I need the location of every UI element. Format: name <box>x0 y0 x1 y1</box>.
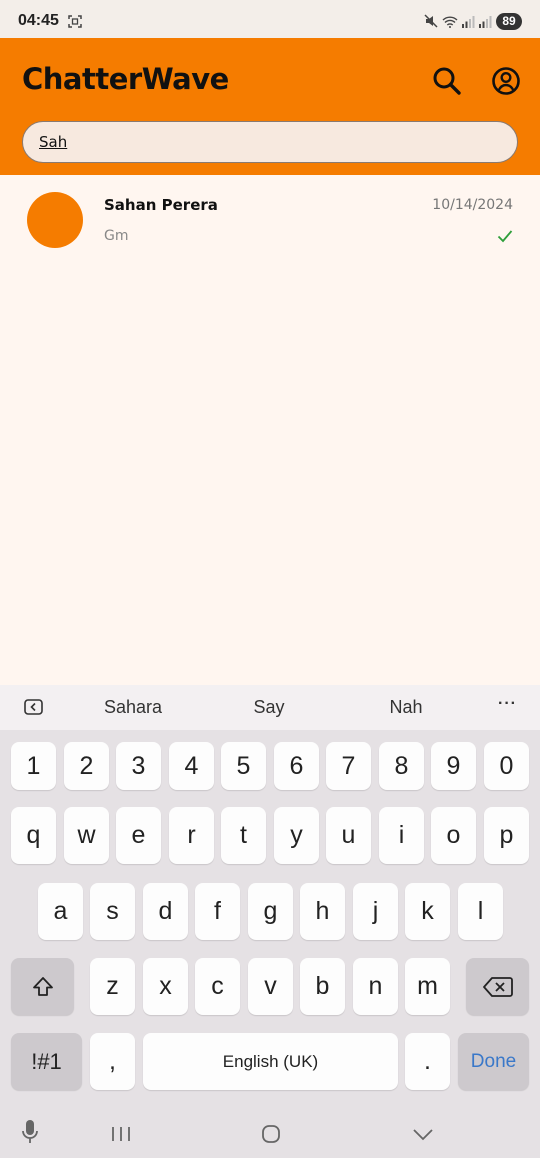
backspace-icon <box>482 976 513 997</box>
avatar <box>27 192 83 248</box>
key-h[interactable]: h <box>300 883 345 940</box>
key-8[interactable]: 8 <box>379 742 424 790</box>
key-0[interactable]: 0 <box>484 742 529 790</box>
key-c[interactable]: c <box>195 958 240 1015</box>
microphone-icon[interactable] <box>20 1119 40 1145</box>
key-u[interactable]: u <box>326 807 371 864</box>
shift-icon <box>32 976 53 996</box>
key-l[interactable]: l <box>458 883 503 940</box>
period-key[interactable]: . <box>405 1033 450 1090</box>
chat-date: 10/14/2024 <box>432 197 513 213</box>
key-w[interactable]: w <box>64 807 109 864</box>
hide-keyboard-icon[interactable] <box>412 1128 434 1142</box>
status-time: 04:45 <box>18 12 59 29</box>
key-m[interactable]: m <box>405 958 450 1015</box>
key-f[interactable]: f <box>195 883 240 940</box>
on-screen-keyboard: Sahara Say Nah ··· 1 2 3 4 5 6 7 8 9 0 q… <box>0 685 540 1158</box>
key-b[interactable]: b <box>300 958 345 1015</box>
key-z[interactable]: z <box>90 958 135 1015</box>
key-x[interactable]: x <box>143 958 188 1015</box>
key-g[interactable]: g <box>248 883 293 940</box>
key-j[interactable]: j <box>353 883 398 940</box>
search-icon[interactable] <box>430 64 464 98</box>
key-d[interactable]: d <box>143 883 188 940</box>
read-check-icon <box>497 230 513 243</box>
keys-area: 1 2 3 4 5 6 7 8 9 0 q w e r t y u i o p … <box>0 730 540 1095</box>
key-t[interactable]: t <box>221 807 266 864</box>
key-s[interactable]: s <box>90 883 135 940</box>
app-header: ChatterWave Sah <box>0 38 540 175</box>
symbols-key[interactable]: !#1 <box>11 1033 82 1090</box>
more-options-icon[interactable]: ··· <box>498 695 517 713</box>
key-e[interactable]: e <box>116 807 161 864</box>
suggestion-1[interactable]: Sahara <box>104 697 162 718</box>
suggestion-bar: Sahara Say Nah ··· <box>0 685 540 730</box>
suggestion-3[interactable]: Nah <box>389 697 422 718</box>
shift-key[interactable] <box>11 958 74 1015</box>
key-o[interactable]: o <box>431 807 476 864</box>
navigation-bar <box>0 1095 540 1158</box>
comma-key[interactable]: , <box>90 1033 135 1090</box>
app-title: ChatterWave <box>22 62 229 96</box>
key-1[interactable]: 1 <box>11 742 56 790</box>
suggestion-2[interactable]: Say <box>253 697 284 718</box>
key-r[interactable]: r <box>169 807 214 864</box>
battery-indicator: 89 <box>496 12 522 30</box>
recent-apps-icon[interactable] <box>110 1125 132 1143</box>
backspace-key[interactable] <box>466 958 529 1015</box>
mute-icon <box>424 14 438 28</box>
wifi-icon <box>442 15 458 28</box>
screen-record-icon <box>68 15 82 28</box>
chat-list-item[interactable]: Sahan Perera 10/14/2024 Gm <box>0 175 540 265</box>
key-a[interactable]: a <box>38 883 83 940</box>
key-3[interactable]: 3 <box>116 742 161 790</box>
search-input[interactable]: Sah <box>22 121 518 163</box>
signal-icon <box>462 15 475 28</box>
key-6[interactable]: 6 <box>274 742 319 790</box>
key-9[interactable]: 9 <box>431 742 476 790</box>
done-key[interactable]: Done <box>458 1033 529 1090</box>
search-input-value[interactable]: Sah <box>39 133 67 151</box>
keyboard-toolbar-icon[interactable] <box>24 699 43 715</box>
key-5[interactable]: 5 <box>221 742 266 790</box>
chat-name: Sahan Perera <box>104 196 218 214</box>
key-p[interactable]: p <box>484 807 529 864</box>
status-bar: 04:45 89 <box>0 0 540 38</box>
key-q[interactable]: q <box>11 807 56 864</box>
key-v[interactable]: v <box>248 958 293 1015</box>
key-k[interactable]: k <box>405 883 450 940</box>
home-icon[interactable] <box>261 1124 281 1144</box>
chat-preview: Gm <box>104 228 129 244</box>
key-i[interactable]: i <box>379 807 424 864</box>
key-y[interactable]: y <box>274 807 319 864</box>
key-2[interactable]: 2 <box>64 742 109 790</box>
key-4[interactable]: 4 <box>169 742 214 790</box>
account-circle-icon[interactable] <box>489 64 523 98</box>
key-7[interactable]: 7 <box>326 742 371 790</box>
space-key[interactable]: English (UK) <box>143 1033 398 1090</box>
key-n[interactable]: n <box>353 958 398 1015</box>
signal-icon-2 <box>479 15 492 28</box>
